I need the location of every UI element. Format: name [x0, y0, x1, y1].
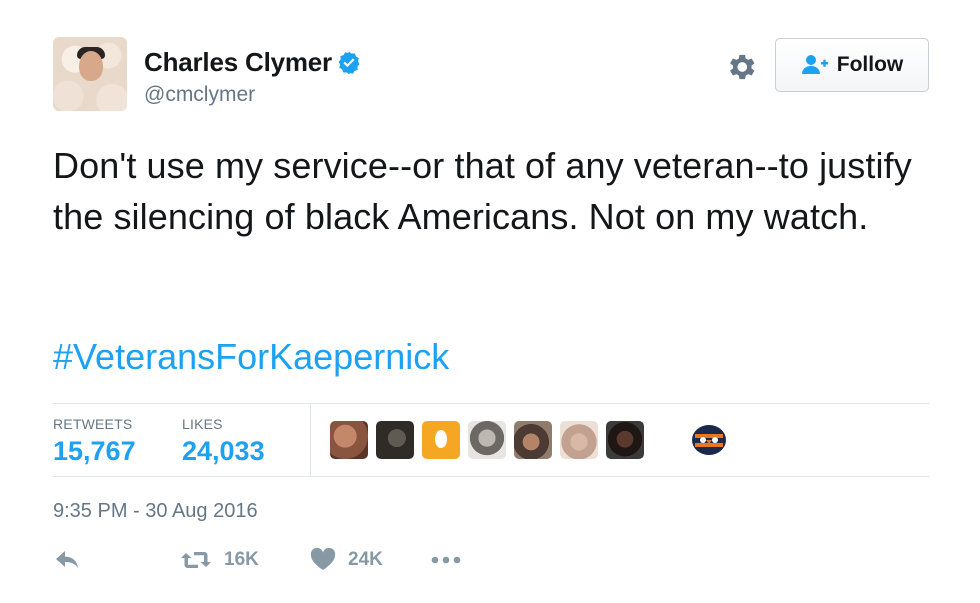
- author-avatar[interactable]: [53, 37, 127, 111]
- retweets-label: RETWEETS: [53, 416, 133, 432]
- tweet-timestamp[interactable]: 9:35 PM - 30 Aug 2016: [53, 500, 258, 523]
- retweets-stat[interactable]: RETWEETS 15,767: [53, 416, 136, 467]
- heart-icon: [310, 548, 336, 570]
- likes-label: LIKES: [182, 416, 223, 432]
- retweet-icon: [181, 552, 211, 568]
- likes-stat[interactable]: LIKES 24,033: [182, 416, 265, 467]
- tiger-logo-icon: [692, 425, 726, 455]
- author-name-row: Charles Clymer: [144, 47, 362, 78]
- egg-icon: [435, 430, 447, 448]
- author-handle[interactable]: @cmclymer: [144, 83, 255, 107]
- reply-icon: [56, 551, 78, 568]
- liker-avatar[interactable]: [468, 421, 506, 459]
- liker-avatar[interactable]: [330, 421, 368, 459]
- retweets-value: 15,767: [53, 436, 136, 466]
- verified-badge-icon: [338, 51, 360, 74]
- add-user-icon: [801, 55, 828, 74]
- gear-icon[interactable]: [724, 50, 758, 84]
- tweet-card: Charles Clymer @cmclymer Follow Don't us…: [0, 0, 980, 603]
- liker-avatar[interactable]: [514, 421, 552, 459]
- avatar-face: [79, 51, 103, 81]
- more-icon: [431, 556, 461, 564]
- author-name[interactable]: Charles Clymer: [144, 47, 332, 78]
- retweet-button[interactable]: 16K: [180, 548, 259, 572]
- hashtag-link[interactable]: #VeteransForKaepernick: [53, 336, 449, 378]
- like-button[interactable]: 24K: [310, 548, 383, 572]
- stats-divider-top: [53, 403, 930, 404]
- retweet-count: 16K: [224, 549, 259, 570]
- stats-divider-bottom: [53, 476, 930, 477]
- follow-button-label: Follow: [836, 53, 904, 76]
- liker-avatar[interactable]: [422, 421, 460, 459]
- stats-separator: [310, 403, 311, 476]
- liker-avatar[interactable]: [560, 421, 598, 459]
- liker-avatar[interactable]: [690, 421, 728, 459]
- tweet-text: Don't use my service--or that of any vet…: [53, 145, 912, 237]
- reply-button[interactable]: [54, 548, 82, 572]
- liker-avatar[interactable]: [606, 421, 644, 459]
- more-options-button[interactable]: [430, 548, 462, 572]
- follow-button[interactable]: Follow: [775, 38, 929, 92]
- like-count: 24K: [348, 549, 383, 570]
- likes-value: 24,033: [182, 436, 265, 466]
- liker-avatar[interactable]: [376, 421, 414, 459]
